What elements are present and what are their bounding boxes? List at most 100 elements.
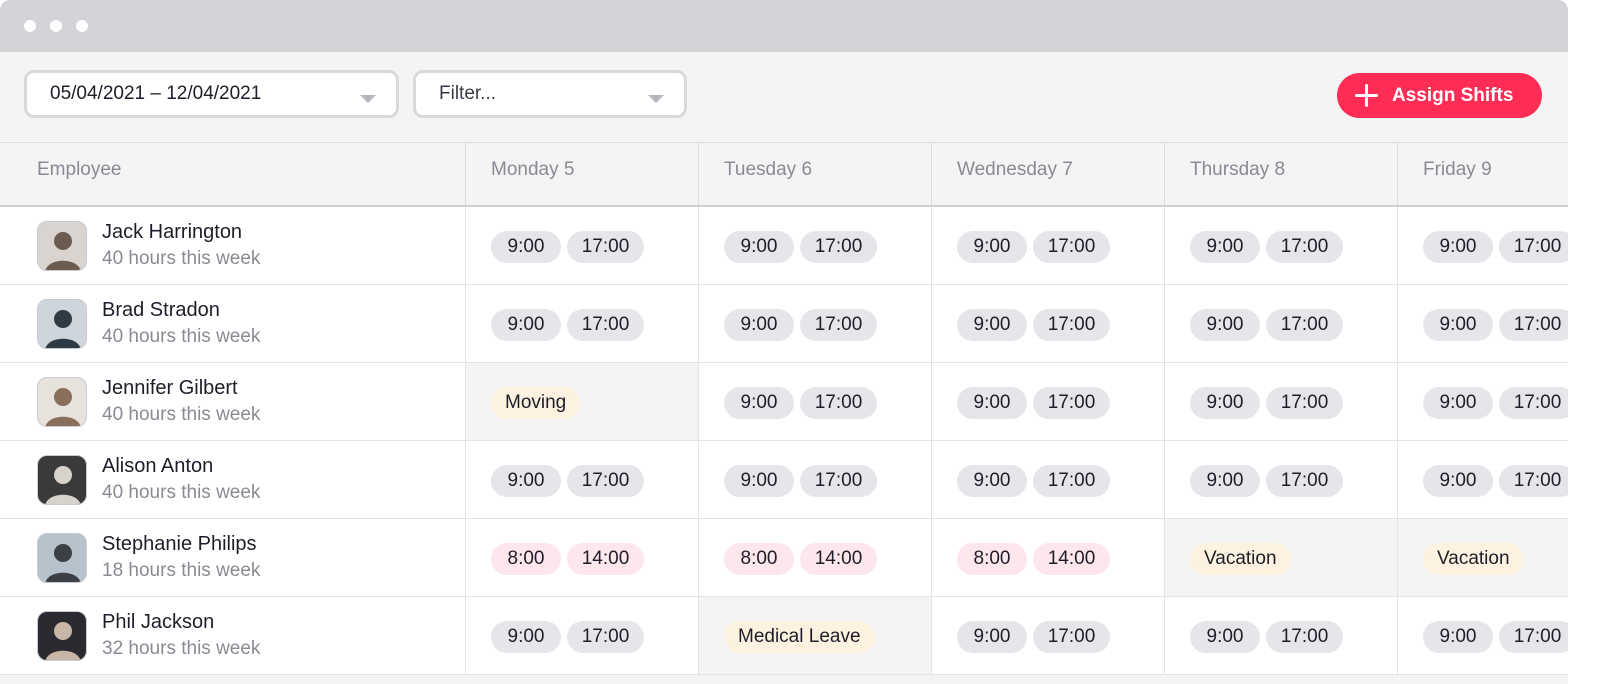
shift-start-time[interactable]: 9:00 <box>1423 621 1493 653</box>
shift-start-time[interactable]: 9:00 <box>724 309 794 341</box>
leave-badge[interactable]: Vacation <box>1423 543 1524 575</box>
shift-end-time[interactable]: 17:00 <box>1499 231 1568 263</box>
day-cell[interactable]: 9:00 17:00 <box>698 207 931 284</box>
shift-end-time[interactable]: 17:00 <box>567 621 644 653</box>
day-cell[interactable]: Moving <box>465 363 698 440</box>
shift-start-time[interactable]: 9:00 <box>957 231 1027 263</box>
shift-end-time[interactable]: 17:00 <box>1499 465 1568 497</box>
shift-start-time[interactable]: 9:00 <box>491 309 561 341</box>
shift-end-time[interactable]: 17:00 <box>1499 387 1568 419</box>
employee-cell[interactable]: Jack Harrington 40 hours this week <box>0 207 465 284</box>
employee-cell[interactable]: Jennifer Gilbert 40 hours this week <box>0 363 465 440</box>
day-cell[interactable]: Vacation <box>1164 519 1397 596</box>
day-cell[interactable]: 9:00 17:00 <box>465 285 698 362</box>
day-cell[interactable]: 9:00 17:00 <box>465 441 698 518</box>
day-cell[interactable]: 9:00 17:00 <box>1164 285 1397 362</box>
employee-cell[interactable]: Phil Jackson 32 hours this week <box>0 597 465 674</box>
day-cell[interactable]: 9:00 17:00 <box>1397 363 1568 440</box>
shift-start-time[interactable]: 9:00 <box>1423 387 1493 419</box>
day-cell[interactable]: 9:00 17:00 <box>1397 285 1568 362</box>
day-cell[interactable]: 9:00 17:00 <box>1397 441 1568 518</box>
day-cell[interactable]: 9:00 17:00 <box>698 441 931 518</box>
day-cell[interactable]: 9:00 17:00 <box>1397 207 1568 284</box>
day-cell[interactable]: 9:00 17:00 <box>931 363 1164 440</box>
shift-start-time[interactable]: 9:00 <box>1190 231 1260 263</box>
window-minimize-dot[interactable] <box>50 20 62 32</box>
shift-end-time[interactable]: 14:00 <box>1033 543 1110 575</box>
shift-end-time[interactable]: 17:00 <box>1033 309 1110 341</box>
shift-start-time[interactable]: 9:00 <box>1423 231 1493 263</box>
shift-start-time[interactable]: 9:00 <box>1190 309 1260 341</box>
shift-end-time[interactable]: 17:00 <box>1033 465 1110 497</box>
table-row[interactable]: Phil Jackson 32 hours this week 9:00 17:00 M… <box>0 597 1568 675</box>
shift-end-time[interactable]: 17:00 <box>800 465 877 497</box>
shift-start-time[interactable]: 9:00 <box>491 465 561 497</box>
shift-start-time[interactable]: 9:00 <box>957 387 1027 419</box>
shift-end-time[interactable]: 17:00 <box>1266 231 1343 263</box>
day-cell[interactable]: 9:00 17:00 <box>698 285 931 362</box>
day-cell[interactable]: 9:00 17:00 <box>465 207 698 284</box>
shift-end-time[interactable]: 14:00 <box>800 543 877 575</box>
day-cell[interactable]: 9:00 17:00 <box>931 285 1164 362</box>
shift-start-time[interactable]: 8:00 <box>724 543 794 575</box>
shift-start-time[interactable]: 9:00 <box>724 465 794 497</box>
shift-end-time[interactable]: 17:00 <box>1033 621 1110 653</box>
day-cell[interactable]: 8:00 14:00 <box>931 519 1164 596</box>
leave-badge[interactable]: Medical Leave <box>724 621 875 653</box>
shift-start-time[interactable]: 9:00 <box>1423 465 1493 497</box>
shift-end-time[interactable]: 17:00 <box>567 231 644 263</box>
day-cell[interactable]: 9:00 17:00 <box>1164 363 1397 440</box>
shift-start-time[interactable]: 9:00 <box>724 231 794 263</box>
shift-start-time[interactable]: 9:00 <box>491 621 561 653</box>
shift-start-time[interactable]: 9:00 <box>1190 621 1260 653</box>
window-maximize-dot[interactable] <box>76 20 88 32</box>
shift-end-time[interactable]: 17:00 <box>567 465 644 497</box>
day-cell[interactable]: 9:00 17:00 <box>931 597 1164 674</box>
shift-start-time[interactable]: 9:00 <box>1423 309 1493 341</box>
date-range-select[interactable]: 05/04/2021 – 12/04/2021 <box>24 70 399 118</box>
shift-start-time[interactable]: 8:00 <box>957 543 1027 575</box>
shift-end-time[interactable]: 17:00 <box>1266 621 1343 653</box>
filter-select[interactable]: Filter... <box>413 70 687 118</box>
employee-cell[interactable]: Stephanie Philips 18 hours this week <box>0 519 465 596</box>
day-cell[interactable]: 8:00 14:00 <box>465 519 698 596</box>
shift-end-time[interactable]: 17:00 <box>800 309 877 341</box>
shift-end-time[interactable]: 17:00 <box>1266 387 1343 419</box>
employee-cell[interactable]: Brad Stradon 40 hours this week <box>0 285 465 362</box>
shift-start-time[interactable]: 9:00 <box>491 231 561 263</box>
shift-end-time[interactable]: 17:00 <box>1499 309 1568 341</box>
table-row[interactable]: Alison Anton 40 hours this week 9:00 17:00 9… <box>0 441 1568 519</box>
shift-start-time[interactable]: 9:00 <box>957 621 1027 653</box>
table-row[interactable]: Jennifer Gilbert 40 hours this week Moving… <box>0 363 1568 441</box>
shift-start-time[interactable]: 9:00 <box>1190 465 1260 497</box>
day-cell[interactable]: 9:00 17:00 <box>1397 597 1568 674</box>
employee-cell[interactable]: Alison Anton 40 hours this week <box>0 441 465 518</box>
shift-end-time[interactable]: 17:00 <box>1033 387 1110 419</box>
shift-start-time[interactable]: 9:00 <box>957 465 1027 497</box>
shift-start-time[interactable]: 9:00 <box>724 387 794 419</box>
table-row[interactable]: Jack Harrington 40 hours this week 9:00 17:… <box>0 207 1568 285</box>
day-cell[interactable]: Medical Leave <box>698 597 931 674</box>
shift-start-time[interactable]: 8:00 <box>491 543 561 575</box>
day-cell[interactable]: 8:00 14:00 <box>698 519 931 596</box>
day-cell[interactable]: 9:00 17:00 <box>1164 597 1397 674</box>
day-cell[interactable]: Vacation <box>1397 519 1568 596</box>
leave-badge[interactable]: Moving <box>491 387 581 419</box>
day-cell[interactable]: 9:00 17:00 <box>931 207 1164 284</box>
assign-shifts-button[interactable]: Assign Shifts <box>1337 73 1542 118</box>
shift-end-time[interactable]: 17:00 <box>567 309 644 341</box>
shift-end-time[interactable]: 14:00 <box>567 543 644 575</box>
table-row[interactable]: Brad Stradon 40 hours this week 9:00 17:00 9… <box>0 285 1568 363</box>
day-cell[interactable]: 9:00 17:00 <box>1164 441 1397 518</box>
shift-end-time[interactable]: 17:00 <box>1033 231 1110 263</box>
shift-end-time[interactable]: 17:00 <box>1266 309 1343 341</box>
shift-end-time[interactable]: 17:00 <box>800 387 877 419</box>
day-cell[interactable]: 9:00 17:00 <box>698 363 931 440</box>
shift-end-time[interactable]: 17:00 <box>1499 621 1568 653</box>
window-close-dot[interactable] <box>24 20 36 32</box>
leave-badge[interactable]: Vacation <box>1190 543 1291 575</box>
shift-start-time[interactable]: 9:00 <box>1190 387 1260 419</box>
shift-start-time[interactable]: 9:00 <box>957 309 1027 341</box>
day-cell[interactable]: 9:00 17:00 <box>1164 207 1397 284</box>
shift-end-time[interactable]: 17:00 <box>800 231 877 263</box>
